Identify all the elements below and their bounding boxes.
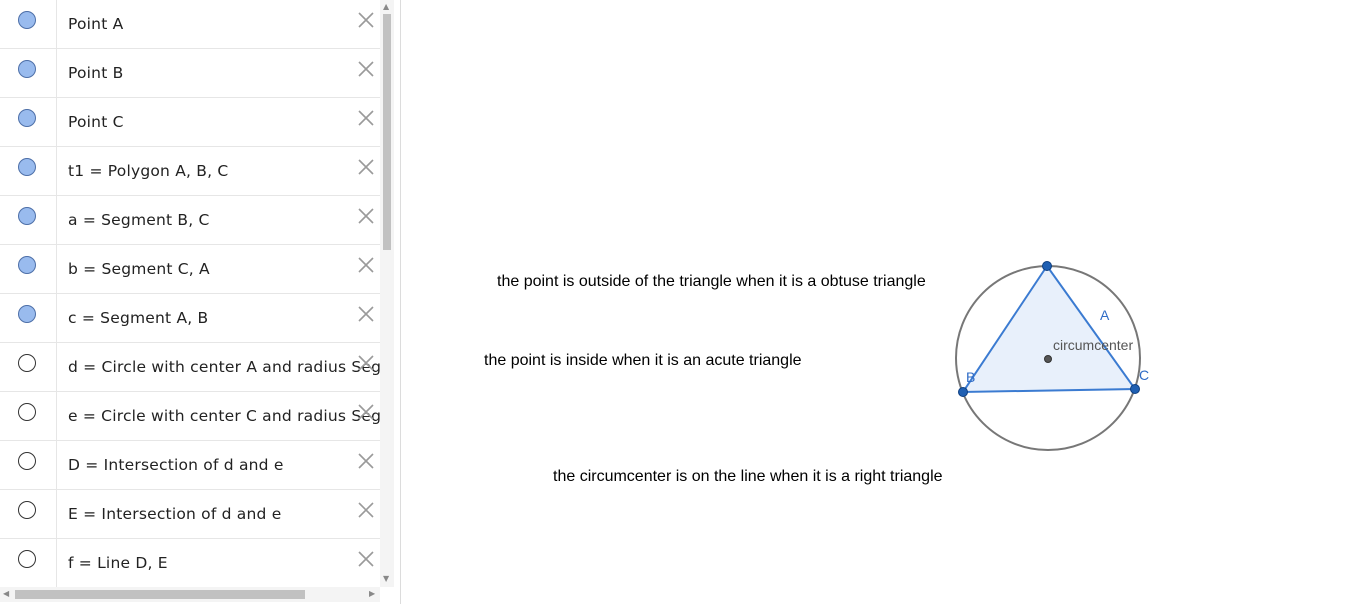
close-icon[interactable]	[356, 451, 376, 471]
object-definition[interactable]: Point A	[68, 15, 380, 33]
close-icon[interactable]	[356, 500, 376, 520]
object-definition[interactable]: D = Intersection of d and e	[68, 456, 380, 474]
circumcenter-label: circumcenter	[1053, 337, 1133, 353]
visibility-toggle[interactable]	[18, 501, 36, 519]
algebra-row[interactable]: c = Segment A, B	[0, 294, 380, 343]
visibility-toggle[interactable]	[18, 550, 36, 568]
visibility-toggle[interactable]	[18, 452, 36, 470]
visibility-cell	[0, 196, 57, 244]
horizontal-scrollbar[interactable]: ◀ ▶	[0, 587, 380, 602]
algebra-row[interactable]: e = Circle with center C and radius Segm	[0, 392, 380, 441]
visibility-cell	[0, 490, 57, 538]
geometry-canvas[interactable]: circumcenter A B C	[401, 0, 1366, 604]
graphics-view[interactable]: the point is outside of the triangle whe…	[401, 0, 1366, 604]
visibility-cell	[0, 49, 57, 97]
close-icon[interactable]	[356, 255, 376, 275]
vertex-b-point[interactable]	[958, 387, 968, 397]
close-icon[interactable]	[356, 206, 376, 226]
algebra-list: Point A Point B Point C t1 = Polygon A, …	[0, 0, 380, 587]
vertical-scroll-thumb[interactable]	[383, 14, 391, 250]
visibility-cell	[0, 539, 57, 587]
close-icon[interactable]	[356, 353, 376, 373]
algebra-row[interactable]: Point C	[0, 98, 380, 147]
algebra-row[interactable]: t1 = Polygon A, B, C	[0, 147, 380, 196]
object-definition[interactable]: b = Segment C, A	[68, 260, 380, 278]
vertex-top-point[interactable]	[1042, 261, 1052, 271]
visibility-toggle[interactable]	[18, 11, 36, 29]
close-icon[interactable]	[356, 549, 376, 569]
algebra-row[interactable]: D = Intersection of d and e	[0, 441, 380, 490]
object-definition[interactable]: Point C	[68, 113, 380, 131]
close-icon[interactable]	[356, 10, 376, 30]
object-definition[interactable]: a = Segment B, C	[68, 211, 380, 229]
object-definition[interactable]: E = Intersection of d and e	[68, 505, 380, 523]
scroll-down-icon[interactable]: ▼	[383, 575, 389, 583]
algebra-row[interactable]: Point A	[0, 0, 380, 49]
horizontal-scroll-thumb[interactable]	[15, 590, 305, 599]
visibility-toggle[interactable]	[18, 60, 36, 78]
object-definition[interactable]: e = Circle with center C and radius Segm	[68, 407, 380, 425]
visibility-toggle[interactable]	[18, 354, 36, 372]
vertex-c-point[interactable]	[1130, 384, 1140, 394]
object-definition[interactable]: t1 = Polygon A, B, C	[68, 162, 380, 180]
circumcenter-point[interactable]	[1044, 355, 1052, 363]
algebra-row[interactable]: Point B	[0, 49, 380, 98]
object-definition[interactable]: Point B	[68, 64, 380, 82]
visibility-cell	[0, 98, 57, 146]
algebra-row[interactable]: f = Line D, E	[0, 539, 380, 587]
algebra-row[interactable]: E = Intersection of d and e	[0, 490, 380, 539]
visibility-cell	[0, 245, 57, 293]
visibility-cell	[0, 392, 57, 440]
visibility-toggle[interactable]	[18, 207, 36, 225]
visibility-toggle[interactable]	[18, 305, 36, 323]
close-icon[interactable]	[356, 59, 376, 79]
visibility-cell	[0, 441, 57, 489]
visibility-cell	[0, 147, 57, 195]
visibility-cell	[0, 0, 57, 48]
algebra-row[interactable]: b = Segment C, A	[0, 245, 380, 294]
triangle-polygon[interactable]	[961, 264, 1137, 394]
visibility-toggle[interactable]	[18, 158, 36, 176]
label-b: B	[966, 369, 975, 385]
visibility-cell	[0, 343, 57, 391]
object-definition[interactable]: f = Line D, E	[68, 554, 380, 572]
algebra-row[interactable]: a = Segment B, C	[0, 196, 380, 245]
visibility-cell	[0, 294, 57, 342]
algebra-row[interactable]: d = Circle with center A and radius Segm	[0, 343, 380, 392]
close-icon[interactable]	[356, 304, 376, 324]
close-icon[interactable]	[356, 402, 376, 422]
close-icon[interactable]	[356, 108, 376, 128]
close-icon[interactable]	[356, 157, 376, 177]
algebra-view: Point A Point B Point C t1 = Polygon A, …	[0, 0, 401, 604]
scroll-up-icon[interactable]: ▲	[383, 3, 389, 11]
object-definition[interactable]: c = Segment A, B	[68, 309, 380, 327]
label-a: A	[1100, 307, 1110, 323]
label-c: C	[1139, 367, 1149, 383]
visibility-toggle[interactable]	[18, 256, 36, 274]
scroll-left-icon[interactable]: ◀	[3, 590, 9, 598]
vertical-scrollbar[interactable]: ▲ ▼	[380, 0, 394, 587]
visibility-toggle[interactable]	[18, 403, 36, 421]
scroll-right-icon[interactable]: ▶	[369, 590, 375, 598]
object-definition[interactable]: d = Circle with center A and radius Segm	[68, 358, 380, 376]
visibility-toggle[interactable]	[18, 109, 36, 127]
